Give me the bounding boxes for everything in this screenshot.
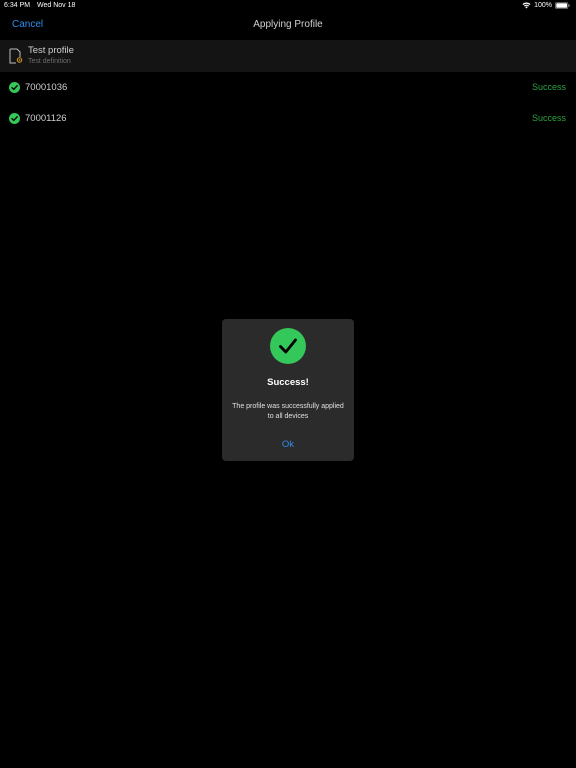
profile-document-gear-icon (9, 48, 23, 64)
device-row: 70001036 Success (0, 72, 576, 103)
wifi-icon (522, 2, 531, 9)
navigation-bar: Cancel Applying Profile (0, 12, 576, 40)
profile-header: Test profile Test definition (0, 40, 576, 72)
profile-description: Test definition (28, 58, 71, 65)
page-title: Applying Profile (253, 19, 323, 30)
device-id: 70001036 (25, 82, 68, 93)
device-id: 70001126 (25, 113, 67, 124)
battery-icon (555, 2, 570, 9)
success-check-icon (270, 328, 306, 364)
dialog-message: The profile was successfully applied to … (232, 403, 344, 420)
device-status: Success (531, 113, 566, 123)
dialog-title: Success! (267, 377, 309, 388)
profile-name: Test profile (28, 45, 74, 56)
success-dialog: Success! The profile was successfully ap… (222, 319, 354, 461)
device-row: 70001126 Success (0, 103, 576, 134)
device-status: Success (531, 82, 566, 92)
status-date: Wed Nov 18 (37, 2, 76, 9)
success-check-icon (9, 82, 20, 93)
status-bar: 6:34 PM Wed Nov 18 100% (0, 0, 576, 12)
success-check-icon (9, 113, 20, 124)
status-time: 6:34 PM (4, 2, 31, 9)
ok-button[interactable]: Ok (222, 439, 354, 450)
screen: 6:34 PM Wed Nov 18 100% Cancel Applying … (0, 0, 576, 768)
status-indicators: 100% (522, 2, 570, 9)
battery-percent: 100% (534, 2, 552, 9)
